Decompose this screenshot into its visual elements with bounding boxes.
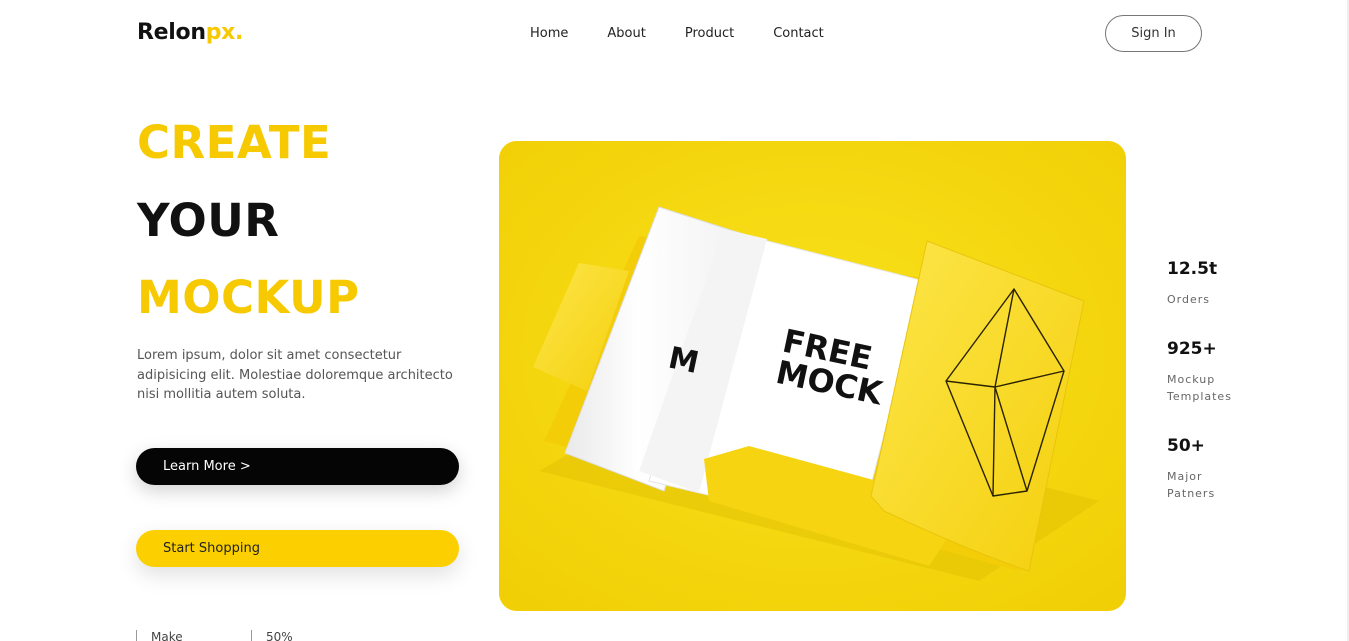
stat-templates-value: 925+ xyxy=(1167,339,1217,359)
brand-name-accent: px. xyxy=(205,20,244,45)
nav-home[interactable]: Home xyxy=(530,26,568,41)
stat-orders-value: 12.5t xyxy=(1167,259,1218,279)
nav-about[interactable]: About xyxy=(607,26,645,41)
stat-partners-value: 50+ xyxy=(1167,436,1205,456)
stat-orders-label: Orders xyxy=(1167,293,1210,306)
hero-title-line-3: MOCKUP xyxy=(137,271,360,324)
learn-more-button[interactable]: Learn More > xyxy=(136,448,459,485)
hero-description: Lorem ipsum, dolor sit amet consectetur … xyxy=(137,348,453,402)
stat-templates: 925+ Mockup Templates xyxy=(1167,339,1247,405)
nav-contact[interactable]: Contact xyxy=(773,26,824,41)
stat-partners-label: Major Patners xyxy=(1167,470,1216,500)
sign-in-button[interactable]: Sign In xyxy=(1105,15,1202,52)
stat-partners: 50+ Major Patners xyxy=(1167,436,1247,502)
brand-name: Relon xyxy=(137,20,206,45)
stat-orders: 12.5t Orders xyxy=(1167,259,1247,308)
main-nav: Home About Product Contact xyxy=(530,26,824,41)
hero-title-line-2: YOUR xyxy=(137,194,280,247)
stat-templates-label: Mockup Templates xyxy=(1167,373,1232,403)
brand-logo[interactable]: Relonpx. xyxy=(137,20,243,45)
mockup-illustration: FREE MOCK M xyxy=(499,141,1126,611)
bottom-stat-make: Make xyxy=(136,630,183,641)
nav-product[interactable]: Product xyxy=(685,26,734,41)
bottom-stat-percent: 50% xyxy=(251,630,293,641)
hero-title-line-1: CREATE xyxy=(137,116,332,169)
start-shopping-button[interactable]: Start Shopping xyxy=(136,530,459,567)
hero-mockup-image: FREE MOCK M xyxy=(499,141,1126,611)
